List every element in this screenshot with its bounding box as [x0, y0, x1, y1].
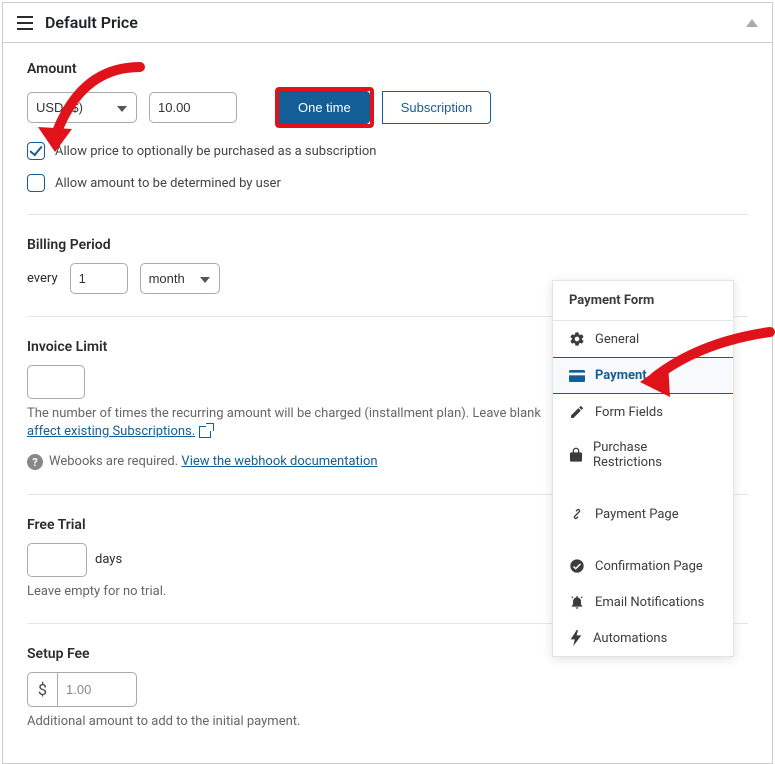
allow-optional-subscription-label: Allow price to optionally be purchased a… [55, 144, 376, 159]
sidebar-item-label: Form Fields [595, 405, 663, 420]
allow-user-amount-label: Allow amount to be determined by user [55, 176, 281, 191]
allow-optional-subscription-checkbox[interactable] [27, 142, 45, 160]
edit-icon [569, 404, 585, 420]
sidebar-item-label: Payment Page [595, 507, 679, 522]
lock-icon [569, 447, 583, 463]
sidebar-item-email-notifications[interactable]: Email Notifications [553, 584, 733, 620]
one-time-button[interactable]: One time [279, 91, 370, 124]
billing-unit-select[interactable]: month [140, 263, 220, 294]
hamburger-icon[interactable] [17, 16, 33, 30]
card-icon [569, 370, 585, 382]
external-link-icon [199, 426, 211, 438]
billing-type-highlight: One time [275, 87, 374, 128]
sidebar-item-general[interactable]: General [553, 321, 733, 357]
amount-input[interactable] [149, 92, 237, 123]
setup-fee-help: Additional amount to add to the initial … [27, 713, 748, 731]
sidebar-item-label: Payment [595, 368, 647, 383]
billing-period-label: Billing Period [27, 237, 748, 253]
days-label: days [95, 552, 122, 567]
affect-subscriptions-link[interactable]: affect existing Subscriptions. [27, 424, 195, 439]
sidebar-item-automations[interactable]: Automations [553, 620, 733, 656]
setup-fee-input[interactable] [58, 675, 126, 704]
amount-label: Amount [27, 61, 748, 77]
billing-every-label: every [27, 271, 58, 286]
sidebar-item-payment[interactable]: Payment [553, 357, 733, 394]
sidebar-item-payment-page[interactable]: Payment Page [553, 496, 733, 532]
bolt-icon [569, 630, 583, 646]
sidebar-item-label: Automations [593, 631, 667, 646]
check-circle-icon [569, 558, 585, 574]
collapse-icon[interactable] [746, 19, 758, 27]
currency-select[interactable]: USD ($) [27, 92, 137, 123]
sidebar-item-label: Confirmation Page [595, 559, 703, 574]
webhook-doc-link[interactable]: View the webhook documentation [181, 453, 377, 471]
panel-title: Default Price [45, 13, 138, 32]
panel-header[interactable]: Default Price [3, 3, 772, 43]
free-trial-input[interactable] [27, 543, 87, 577]
invoice-limit-input[interactable] [27, 365, 85, 399]
side-panel-title: Payment Form [553, 281, 733, 321]
link-icon [569, 506, 585, 522]
help-icon[interactable]: ? [27, 454, 43, 470]
allow-user-amount-checkbox[interactable] [27, 174, 45, 192]
subscription-button[interactable]: Subscription [382, 91, 492, 124]
sidebar-item-purchase-restrictions[interactable]: Purchase Restrictions [553, 430, 733, 480]
sidebar-item-label: Purchase Restrictions [593, 440, 717, 470]
bell-icon [569, 594, 585, 610]
sidebar-item-label: General [595, 332, 639, 347]
gear-icon [569, 331, 585, 347]
billing-every-input[interactable] [70, 263, 128, 294]
sidebar-item-form-fields[interactable]: Form Fields [553, 394, 733, 430]
sidebar-item-label: Email Notifications [595, 595, 704, 610]
payment-form-panel: Payment Form General Payment Form Fields… [552, 280, 734, 657]
sidebar-item-confirmation-page[interactable]: Confirmation Page [553, 548, 733, 584]
setup-fee-currency: $ [28, 673, 58, 706]
